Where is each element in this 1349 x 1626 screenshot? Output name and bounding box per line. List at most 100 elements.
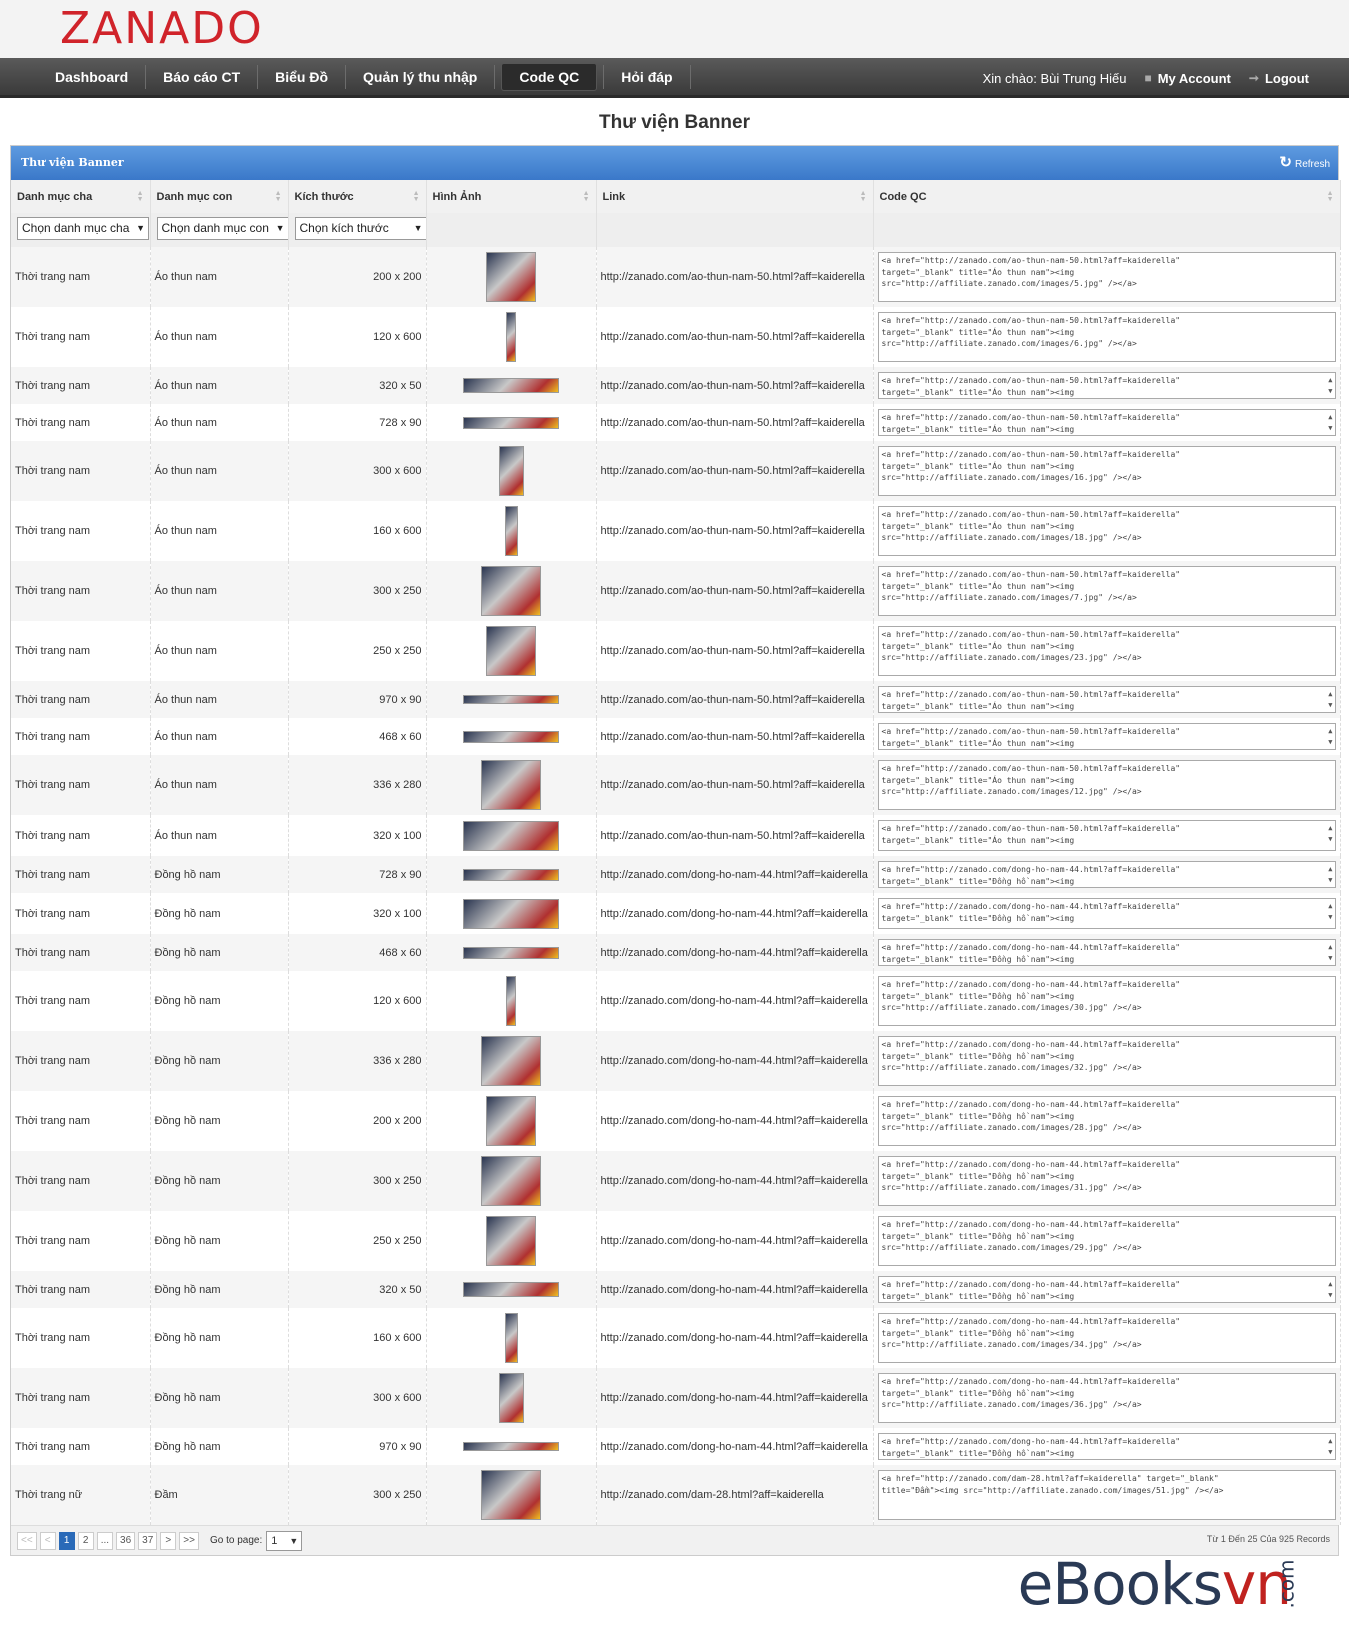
textarea-scroll-icon[interactable]: ▲ ▼	[1328, 412, 1332, 434]
code-qc-textarea[interactable]: <a href="http://zanado.com/dam-28.html?a…	[877, 1470, 1336, 1520]
banner-thumbnail[interactable]	[463, 820, 559, 851]
textarea-scroll-icon[interactable]: ▲ ▼	[1328, 1279, 1332, 1301]
banner-thumbnail[interactable]	[504, 1313, 518, 1363]
banner-thumbnail[interactable]	[486, 1096, 536, 1146]
banner-thumbnail[interactable]	[481, 1470, 541, 1520]
banner-thumbnail[interactable]	[463, 1282, 559, 1297]
banner-thumbnail[interactable]	[481, 1036, 541, 1086]
size-select[interactable]: Chọn kích thước ▼	[294, 217, 425, 240]
textarea-scroll-icon[interactable]: ▲ ▼	[1328, 726, 1332, 748]
nav-quan-ly-thu-nhap[interactable]: Quản lý thu nhập	[346, 57, 494, 97]
banner-link-cell: http://zanado.com/ao-thun-nam-50.html?af…	[596, 681, 874, 718]
code-qc-textarea[interactable]: <a href="http://zanado.com/dong-ho-nam-4…	[877, 1313, 1336, 1363]
banner-thumbnail[interactable]	[463, 730, 559, 743]
col-header-code[interactable]: Code QC ▲ ▼	[873, 180, 1341, 213]
code-qc-textarea[interactable]: <a href="http://zanado.com/dong-ho-nam-4…	[877, 1156, 1336, 1206]
code-qc-textarea[interactable]: <a href="http://zanado.com/ao-thun-nam-5…	[877, 760, 1336, 810]
textarea-scroll-icon[interactable]: ▲ ▼	[1328, 375, 1332, 397]
first-page-button[interactable]: <<	[17, 1531, 37, 1550]
banner-thumbnail[interactable]	[504, 506, 518, 556]
code-qc-textarea[interactable]: <a href="http://zanado.com/dong-ho-nam-4…	[877, 1036, 1336, 1086]
goto-page-select[interactable]: 1 ▼	[266, 1530, 303, 1551]
code-qc-textarea[interactable]: <a href="http://zanado.com/ao-thun-nam-5…	[877, 312, 1336, 362]
code-qc-text: <a href="http://zanado.com/dong-ho-nam-4…	[881, 1317, 1181, 1349]
banner-link-cell: http://zanado.com/ao-thun-nam-50.html?af…	[596, 441, 874, 501]
page-button-36[interactable]: 36	[116, 1531, 136, 1550]
refresh-button[interactable]: ↻ Refresh	[1279, 146, 1330, 182]
textarea-scroll-icon[interactable]: ▲ ▼	[1328, 689, 1332, 711]
code-qc-textarea[interactable]: <a href="http://zanado.com/dong-ho-nam-4…	[877, 1276, 1336, 1303]
code-qc-textarea[interactable]: <a href="http://zanado.com/ao-thun-nam-5…	[877, 820, 1336, 851]
page-button-1[interactable]: 1	[58, 1531, 75, 1550]
banner-thumbnail[interactable]	[506, 312, 516, 362]
banner-thumbnail[interactable]	[506, 976, 516, 1026]
banner-thumbnail[interactable]	[486, 1216, 536, 1266]
code-qc-textarea[interactable]: <a href="http://zanado.com/ao-thun-nam-5…	[877, 446, 1336, 496]
code-qc-textarea[interactable]: <a href="http://zanado.com/ao-thun-nam-5…	[877, 566, 1336, 616]
textarea-scroll-icon[interactable]: ▲ ▼	[1328, 942, 1332, 964]
logout-link[interactable]: ➞ Logout	[1249, 71, 1309, 86]
textarea-scroll-icon[interactable]: ▲ ▼	[1328, 823, 1332, 845]
code-qc-textarea[interactable]: <a href="http://zanado.com/dong-ho-nam-4…	[877, 1216, 1336, 1266]
banner-thumbnail[interactable]	[463, 946, 559, 959]
banner-thumbnail[interactable]	[486, 626, 536, 676]
banner-thumbnail[interactable]	[498, 1373, 524, 1423]
select-value: Chọn kích thước	[299, 221, 389, 235]
code-qc-textarea[interactable]: <a href="http://zanado.com/ao-thun-nam-5…	[877, 686, 1336, 713]
banner-image-cell	[426, 307, 597, 367]
code-qc-textarea[interactable]: <a href="http://zanado.com/dong-ho-nam-4…	[877, 1373, 1336, 1423]
page-button-2[interactable]: 2	[77, 1531, 94, 1550]
textarea-scroll-icon[interactable]: ▲ ▼	[1328, 901, 1332, 923]
code-qc-textarea[interactable]: <a href="http://zanado.com/ao-thun-nam-5…	[877, 506, 1336, 556]
child-category-select[interactable]: Chọn danh mục con ▼	[156, 217, 287, 240]
child-category-cell: Đồng hồ nam	[150, 856, 289, 893]
select-value: Chọn danh mục con	[161, 221, 269, 235]
banner-thumbnail[interactable]	[463, 1442, 559, 1452]
nav-bieu-do[interactable]: Biểu Đồ	[258, 57, 345, 97]
code-qc-textarea[interactable]: <a href="http://zanado.com/ao-thun-nam-5…	[877, 626, 1336, 676]
nav-dashboard[interactable]: Dashboard	[38, 57, 145, 97]
code-qc-textarea[interactable]: <a href="http://zanado.com/dong-ho-nam-4…	[877, 939, 1336, 966]
zanado-logo[interactable]: ZANADO	[60, 4, 264, 54]
textarea-scroll-icon[interactable]: ▲ ▼	[1328, 864, 1332, 886]
code-qc-textarea[interactable]: <a href="http://zanado.com/dong-ho-nam-4…	[877, 898, 1336, 929]
code-qc-textarea[interactable]: <a href="http://zanado.com/dong-ho-nam-4…	[877, 1433, 1336, 1460]
col-header-size[interactable]: Kích thước ▲ ▼	[288, 180, 427, 213]
banner-thumbnail[interactable]	[463, 378, 559, 393]
col-header-child[interactable]: Danh mục con ▲ ▼	[150, 180, 289, 213]
banner-thumbnail[interactable]	[481, 566, 541, 616]
code-qc-textarea[interactable]: <a href="http://zanado.com/dong-ho-nam-4…	[877, 861, 1336, 888]
nav-bao-cao-ct[interactable]: Báo cáo CT	[146, 57, 257, 97]
filter-row: Chọn danh mục cha ▼ Chọn danh mục con ▼ Ch…	[11, 213, 1341, 247]
nav-code-qc[interactable]: Code QC	[501, 62, 598, 91]
banner-thumbnail[interactable]	[463, 868, 559, 881]
textarea-scroll-icon[interactable]: ▲ ▼	[1328, 1436, 1332, 1458]
banner-thumbnail[interactable]	[463, 898, 559, 929]
banner-thumbnail[interactable]	[481, 760, 541, 810]
banner-thumbnail[interactable]	[463, 695, 559, 705]
banner-image-cell	[426, 718, 597, 755]
code-qc-textarea[interactable]: <a href="http://zanado.com/ao-thun-nam-5…	[877, 252, 1336, 302]
next-page-button[interactable]: >	[160, 1531, 177, 1550]
parent-category-select[interactable]: Chọn danh mục cha ▼	[17, 217, 149, 240]
banner-thumbnail[interactable]	[486, 252, 536, 302]
nav-hoi-dap[interactable]: Hỏi đáp	[604, 57, 689, 97]
col-header-link[interactable]: Link ▲ ▼	[596, 180, 874, 213]
col-header-image[interactable]: Hình Ảnh ▲ ▼	[426, 180, 597, 213]
caret-down-icon: ▼	[136, 223, 145, 233]
code-qc-textarea[interactable]: <a href="http://zanado.com/dong-ho-nam-4…	[877, 976, 1336, 1026]
col-header-parent[interactable]: Danh mục cha ▲ ▼	[11, 180, 151, 213]
code-qc-textarea[interactable]: <a href="http://zanado.com/ao-thun-nam-5…	[877, 723, 1336, 750]
banner-thumbnail[interactable]	[498, 446, 524, 496]
table-row: Thời trang nam Áo thun nam 250 x 250 http:/…	[11, 621, 1341, 681]
last-page-button[interactable]: >>	[179, 1531, 199, 1550]
banner-thumbnail[interactable]	[463, 416, 559, 429]
my-account-link[interactable]: ■ My Account	[1144, 71, 1230, 86]
prev-page-button[interactable]: <	[39, 1531, 56, 1550]
page-button-37[interactable]: 37	[138, 1531, 158, 1550]
code-qc-textarea[interactable]: <a href="http://zanado.com/dong-ho-nam-4…	[877, 1096, 1336, 1146]
table-row: Thời trang nam Áo thun nam 336 x 280 http:/…	[11, 755, 1341, 815]
code-qc-textarea[interactable]: <a href="http://zanado.com/ao-thun-nam-5…	[877, 409, 1336, 436]
code-qc-textarea[interactable]: <a href="http://zanado.com/ao-thun-nam-5…	[877, 372, 1336, 399]
banner-thumbnail[interactable]	[481, 1156, 541, 1206]
